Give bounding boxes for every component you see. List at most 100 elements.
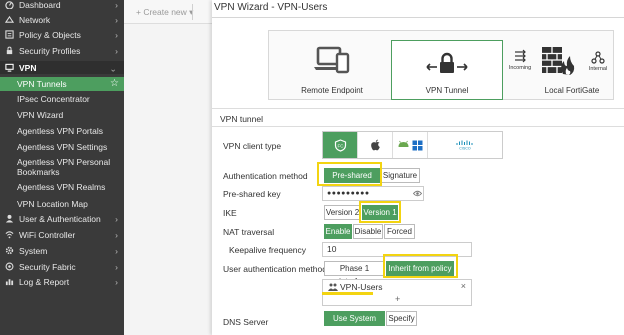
background-toolbar: + Create new ▾ (124, 0, 214, 24)
vpn-monitor-icon (5, 63, 15, 73)
remove-icon[interactable]: × (461, 281, 466, 291)
sidebar-item-agentless-vpn-settings[interactable]: Agentless VPN Settings (0, 142, 124, 154)
user-icon (5, 214, 15, 224)
step-label: VPN Tunnel (425, 86, 469, 95)
keepalive-label: Keepalive frequency (229, 245, 307, 255)
sidebar: Dashboard › Network › Policy & Objects ›… (0, 0, 124, 335)
sidebar-item-security-fabric[interactable]: Security Fabric › (0, 262, 124, 274)
nat-traversal-label: NAT traversal (223, 227, 275, 237)
highlight-box (359, 201, 401, 223)
incoming-label: Incoming (508, 65, 532, 71)
section-title: VPN tunnel (220, 114, 263, 124)
step-local-fortigate[interactable]: Incoming Internal Local FortiGate (509, 39, 613, 99)
background-page: + Create new ▾ (124, 0, 214, 335)
specify-button[interactable]: Specify (386, 311, 417, 326)
sidebar-item-agentless-vpn-portals[interactable]: Agentless VPN Portals (0, 126, 124, 138)
client-type-fortinet[interactable]: FC (323, 132, 357, 158)
cisco-icon: CISCO (456, 140, 473, 151)
internal-network-icon (591, 51, 605, 64)
android-icon (398, 140, 409, 147)
section-header: VPN tunnel (212, 108, 624, 127)
dns-server-label: DNS Server (223, 317, 269, 327)
psk-input[interactable]: ●●●●●●●●● (322, 186, 424, 201)
sidebar-item-log-report[interactable]: Log & Report › (0, 277, 124, 289)
phase1-interface-button[interactable]: Phase 1 interface (324, 261, 385, 286)
chevron-right-icon: › (115, 214, 118, 224)
nat-enable-button[interactable]: Enable (324, 224, 352, 239)
wifi-icon (5, 230, 15, 240)
chevron-right-icon: › (115, 246, 118, 256)
step-remote-endpoint[interactable]: Remote Endpoint (277, 39, 387, 99)
gear-icon (5, 246, 15, 256)
toolbar-divider (192, 4, 193, 20)
client-type-cisco[interactable]: CISCO (427, 132, 502, 158)
client-type-label: VPN client type (223, 141, 282, 151)
highlight-underline (322, 292, 373, 295)
forticlient-shield-icon: FC (334, 138, 346, 152)
chevron-right-icon: › (115, 46, 118, 56)
sidebar-item-vpn-wizard[interactable]: VPN Wizard (0, 110, 124, 122)
sidebar-item-wifi-controller[interactable]: WiFi Controller › (0, 230, 124, 242)
svg-text:CISCO: CISCO (459, 147, 471, 151)
lock-icon (5, 46, 15, 56)
policy-icon (5, 30, 15, 40)
sidebar-item-ipsec-concentrator[interactable]: IPsec Concentrator (0, 94, 124, 106)
chevron-right-icon: › (115, 0, 118, 10)
step-label: Remote Endpoint (301, 86, 363, 95)
sidebar-item-system[interactable]: System › (0, 246, 124, 258)
chevron-right-icon: › (115, 230, 118, 240)
eye-icon[interactable] (413, 190, 422, 197)
client-type-apple[interactable] (357, 132, 392, 158)
highlight-box (383, 254, 458, 278)
sidebar-item-network[interactable]: Network › (0, 15, 124, 27)
chevron-right-icon: › (115, 262, 118, 272)
sidebar-item-dashboard[interactable]: Dashboard › (0, 0, 124, 11)
title-divider (212, 17, 624, 18)
sidebar-item-user-authentication[interactable]: User & Authentication › (0, 214, 124, 226)
sidebar-item-vpn-location-map[interactable]: VPN Location Map (0, 199, 124, 211)
create-new-button[interactable]: + Create new ▾ (136, 7, 193, 18)
step-vpn-tunnel[interactable]: VPN Tunnel (391, 40, 503, 100)
ike-version2-button[interactable]: Version 2 (324, 205, 361, 220)
nat-disable-button[interactable]: Disable (353, 224, 383, 239)
chevron-right-icon: › (115, 30, 118, 40)
auth-method-label: Authentication method (223, 171, 308, 181)
sidebar-item-agentless-vpn-realms[interactable]: Agentless VPN Realms (0, 182, 124, 194)
wizard-steps-card: Remote Endpoint VPN Tunnel Incoming Inte… (268, 30, 614, 100)
use-system-dns-button[interactable]: Use System DNS (324, 311, 385, 335)
user-group-icon (328, 283, 338, 291)
wizard-title: VPN Wizard - VPN-Users (214, 2, 328, 13)
network-icon (5, 15, 15, 25)
psk-label: Pre-shared key (223, 189, 281, 199)
sidebar-item-vpn-tunnels[interactable]: VPN Tunnels ☆ (0, 77, 124, 91)
app-root: Dashboard › Network › Policy & Objects ›… (0, 0, 624, 335)
sidebar-item-policy-objects[interactable]: Policy & Objects › (0, 30, 124, 42)
user-group-name: VPN-Users (340, 282, 383, 292)
dashboard-icon (5, 0, 15, 10)
chevron-right-icon: › (115, 15, 118, 25)
firewall-icon (542, 47, 575, 75)
internal-label: Internal (588, 66, 608, 72)
windows-icon (412, 140, 423, 150)
chevron-down-icon: › (109, 69, 119, 72)
add-icon[interactable]: + (395, 294, 400, 304)
star-icon[interactable]: ☆ (110, 79, 119, 89)
laptop-phone-icon (314, 46, 350, 74)
svg-text:FC: FC (337, 143, 344, 148)
report-icon (5, 277, 15, 287)
client-type-android-windows[interactable] (392, 132, 427, 158)
internal-group: Internal (585, 51, 611, 72)
sidebar-item-agentless-vpn-personal-bookmarks[interactable]: Agentless VPN Personal Bookmarks (0, 157, 124, 179)
sidebar-item-vpn[interactable]: VPN › (0, 61, 124, 74)
apple-icon (370, 139, 380, 151)
highlight-box (317, 162, 382, 186)
step-label: Local FortiGate (544, 86, 600, 95)
tunnel-lock-icon (426, 52, 468, 73)
user-auth-label: User authentication method (223, 264, 327, 274)
vpn-wizard-panel: VPN Wizard - VPN-Users Remote Endpoint V… (212, 0, 624, 335)
sidebar-item-security-profiles[interactable]: Security Profiles › (0, 46, 124, 58)
ike-label: IKE (223, 208, 237, 218)
incoming-icon (515, 49, 526, 63)
signature-button[interactable]: Signature (380, 168, 420, 183)
nat-forced-button[interactable]: Forced (384, 224, 415, 239)
